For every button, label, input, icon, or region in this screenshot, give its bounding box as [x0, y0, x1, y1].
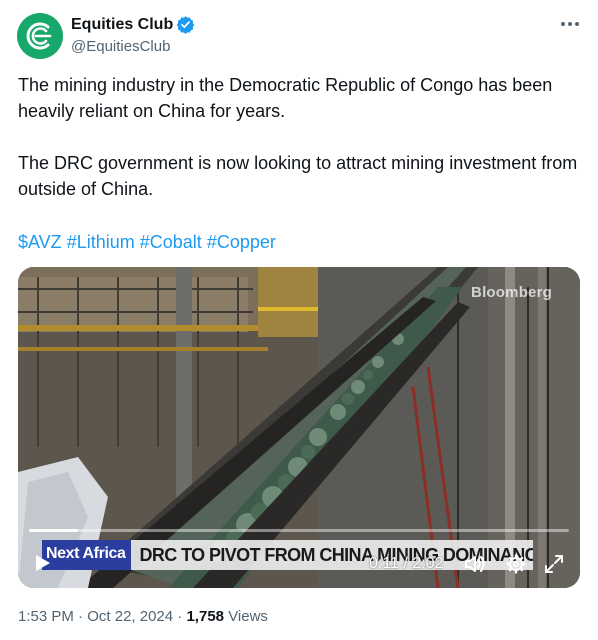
tweet-paragraph-1: The mining industry in the Democratic Re… — [18, 75, 553, 121]
author-name-row: Equities Club — [71, 15, 195, 34]
hashtag-link[interactable]: #Lithium — [67, 232, 135, 252]
settings-button[interactable] — [504, 552, 528, 576]
volume-icon — [465, 556, 485, 572]
avatar[interactable] — [17, 13, 63, 59]
play-icon — [36, 555, 50, 571]
video-lower-third: Next Africa DRC TO PIVOT FROM CHINA MINI… — [42, 540, 534, 570]
cashtag-link[interactable]: $AVZ — [18, 232, 62, 252]
lower-third-tag: Next Africa — [42, 540, 132, 570]
tweet-card: Equities Club @EquitiesClub The mining i… — [0, 0, 598, 640]
views-label[interactable]: Views — [228, 608, 268, 625]
expand-icon — [545, 555, 563, 573]
equities-club-logo-icon — [26, 22, 52, 50]
mute-button[interactable] — [463, 552, 487, 576]
video-timecode: 0:11 / 2:02 — [369, 555, 444, 572]
tweet-date[interactable]: Oct 22, 2024 — [87, 608, 173, 625]
gear-icon — [506, 554, 526, 574]
meta-separator: · — [173, 608, 187, 625]
fullscreen-button[interactable] — [542, 552, 566, 576]
video-progress-fill — [29, 529, 78, 532]
video-progress-bar[interactable] — [29, 529, 569, 532]
meta-separator: · — [73, 608, 88, 625]
views-count: 1,758 — [186, 608, 225, 625]
tweet-tags: $AVZ #Lithium #Cobalt #Copper — [18, 229, 276, 255]
hashtag-link[interactable]: #Copper — [207, 232, 276, 252]
more-options-button[interactable] — [556, 12, 584, 36]
author-display-name[interactable]: Equities Club — [71, 16, 173, 34]
play-button[interactable] — [32, 552, 54, 574]
author-handle[interactable]: @EquitiesClub — [71, 38, 170, 55]
tweet-time[interactable]: 1:53 PM — [18, 608, 74, 625]
verified-badge-icon[interactable] — [176, 15, 195, 34]
tweet-meta: 1:53 PM · Oct 22, 2024 · 1,758 Views — [18, 608, 268, 625]
tweet-paragraph-2: The DRC government is now looking to att… — [18, 153, 578, 199]
more-horizontal-icon — [561, 22, 579, 26]
bloomberg-watermark: Bloomberg — [471, 284, 552, 301]
hashtag-link[interactable]: #Cobalt — [140, 232, 202, 252]
video-player[interactable]: Bloomberg Next Africa DRC TO PIVOT FROM … — [18, 267, 580, 588]
